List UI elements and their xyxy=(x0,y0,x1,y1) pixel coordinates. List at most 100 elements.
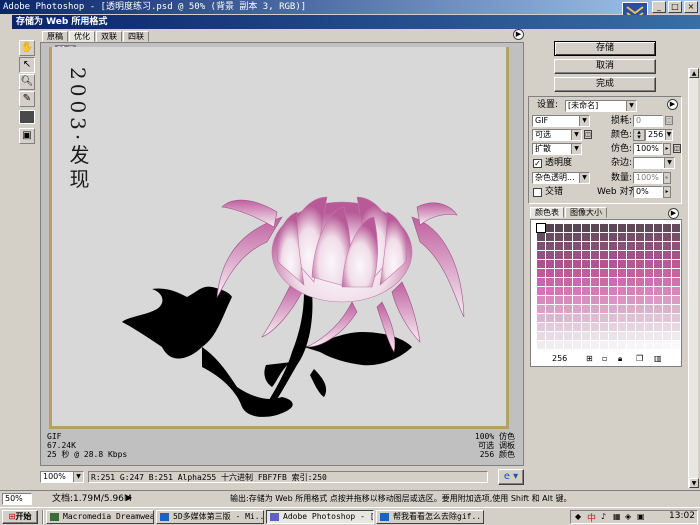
color-swatch[interactable] xyxy=(573,242,581,250)
color-swatch[interactable] xyxy=(672,341,680,349)
volume-icon[interactable]: ♪ xyxy=(601,512,606,521)
color-swatch[interactable] xyxy=(663,323,671,331)
cancel-button[interactable]: 取消 xyxy=(554,59,656,74)
color-swatch[interactable] xyxy=(609,278,617,286)
trash-icon[interactable]: ▥ xyxy=(654,353,662,365)
color-swatch[interactable] xyxy=(618,305,626,313)
tray-misc-icon[interactable]: ▣ xyxy=(637,512,645,521)
color-swatch[interactable] xyxy=(591,233,599,241)
slice-select-tool-icon[interactable]: ↖ xyxy=(19,57,35,73)
color-swatch[interactable] xyxy=(591,269,599,277)
web-snap-slider-arrow-icon[interactable]: ▸ xyxy=(663,186,671,198)
color-swatch[interactable] xyxy=(609,314,617,322)
color-swatch[interactable] xyxy=(546,305,554,313)
color-swatch[interactable] xyxy=(537,296,545,304)
color-swatch[interactable] xyxy=(654,314,662,322)
color-swatch[interactable] xyxy=(645,251,653,259)
color-swatch[interactable] xyxy=(609,332,617,340)
color-swatch[interactable] xyxy=(636,296,644,304)
color-swatch[interactable] xyxy=(618,224,626,232)
color-swatch[interactable] xyxy=(663,233,671,241)
color-swatch[interactable] xyxy=(636,269,644,277)
color-swatch[interactable] xyxy=(591,341,599,349)
color-swatch[interactable] xyxy=(645,296,653,304)
color-swatch[interactable] xyxy=(627,287,635,295)
color-swatch[interactable] xyxy=(654,242,662,250)
color-swatch[interactable] xyxy=(636,278,644,286)
color-swatch[interactable] xyxy=(618,251,626,259)
color-swatch[interactable] xyxy=(672,269,680,277)
color-swatch[interactable] xyxy=(645,323,653,331)
color-swatch[interactable] xyxy=(546,296,554,304)
preview-in-browser-button[interactable]: e ▾ xyxy=(498,469,524,485)
color-swatch[interactable] xyxy=(555,269,563,277)
color-swatch[interactable] xyxy=(654,332,662,340)
tab-optimized[interactable]: 优化 xyxy=(69,31,95,42)
color-swatch[interactable] xyxy=(555,260,563,268)
color-swatch[interactable] xyxy=(537,305,545,313)
color-swatch[interactable] xyxy=(582,224,590,232)
color-swatch[interactable] xyxy=(663,278,671,286)
color-swatch[interactable] xyxy=(564,296,572,304)
color-swatch[interactable] xyxy=(645,278,653,286)
color-swatch[interactable] xyxy=(627,278,635,286)
task-ie[interactable]: 5D多媒体第三版 - Mi... xyxy=(156,510,264,524)
color-swatch[interactable] xyxy=(672,278,680,286)
color-swatch[interactable] xyxy=(546,278,554,286)
zoom-tool-icon[interactable]: 🔍︎ xyxy=(19,74,35,90)
color-swatch[interactable] xyxy=(546,332,554,340)
color-swatch[interactable] xyxy=(654,233,662,241)
color-swatch[interactable] xyxy=(600,287,608,295)
color-swatch[interactable] xyxy=(573,314,581,322)
color-swatch[interactable] xyxy=(600,296,608,304)
color-swatch[interactable] xyxy=(536,223,546,233)
save-button[interactable]: 存储 xyxy=(554,41,656,56)
color-swatch[interactable] xyxy=(636,287,644,295)
color-swatch[interactable] xyxy=(663,296,671,304)
color-swatch[interactable] xyxy=(582,305,590,313)
color-swatch[interactable] xyxy=(609,323,617,331)
color-swatch[interactable] xyxy=(600,260,608,268)
color-swatch[interactable] xyxy=(654,287,662,295)
color-swatch[interactable] xyxy=(591,251,599,259)
color-swatch[interactable] xyxy=(600,224,608,232)
color-swatch[interactable] xyxy=(555,341,563,349)
color-swatch[interactable] xyxy=(546,287,554,295)
color-swatch[interactable] xyxy=(555,332,563,340)
status-zoom-field[interactable]: 50% xyxy=(2,493,32,505)
tab-4up[interactable]: 四联 xyxy=(123,31,149,42)
color-swatch[interactable] xyxy=(591,323,599,331)
color-swatch[interactable] xyxy=(672,233,680,241)
zoom-select[interactable]: 100% ▼ xyxy=(40,471,84,483)
color-swatch[interactable] xyxy=(537,242,545,250)
color-swatch[interactable] xyxy=(582,296,590,304)
color-swatch[interactable] xyxy=(600,332,608,340)
color-swatch[interactable] xyxy=(618,332,626,340)
color-swatch[interactable] xyxy=(573,287,581,295)
eyedropper-tool-icon[interactable]: ✎ xyxy=(19,91,35,107)
color-swatch[interactable] xyxy=(582,278,590,286)
lock-icon[interactable]: 🔒︎ xyxy=(618,353,622,365)
done-button[interactable]: 完成 xyxy=(554,77,656,92)
dither-mask-icon[interactable]: ◫ xyxy=(673,144,681,153)
lock-color-icon[interactable]: ▫ xyxy=(602,353,607,365)
color-swatch[interactable] xyxy=(627,224,635,232)
start-button[interactable]: ⊞开始 xyxy=(2,510,38,524)
color-swatch[interactable] xyxy=(555,233,563,241)
color-swatch[interactable] xyxy=(573,260,581,268)
color-swatch[interactable] xyxy=(564,224,572,232)
color-swatch[interactable] xyxy=(663,224,671,232)
color-swatch[interactable] xyxy=(564,260,572,268)
color-swatch[interactable] xyxy=(636,332,644,340)
color-swatch[interactable] xyxy=(609,269,617,277)
color-swatch[interactable] xyxy=(573,296,581,304)
color-swatch[interactable] xyxy=(591,242,599,250)
color-swatch[interactable] xyxy=(573,269,581,277)
color-swatch[interactable] xyxy=(636,323,644,331)
lossy-field[interactable]: 0 xyxy=(633,115,663,127)
color-swatch[interactable] xyxy=(573,233,581,241)
color-swatch[interactable] xyxy=(573,251,581,259)
color-swatch[interactable] xyxy=(627,251,635,259)
color-swatch[interactable] xyxy=(555,314,563,322)
color-swatch[interactable] xyxy=(573,305,581,313)
